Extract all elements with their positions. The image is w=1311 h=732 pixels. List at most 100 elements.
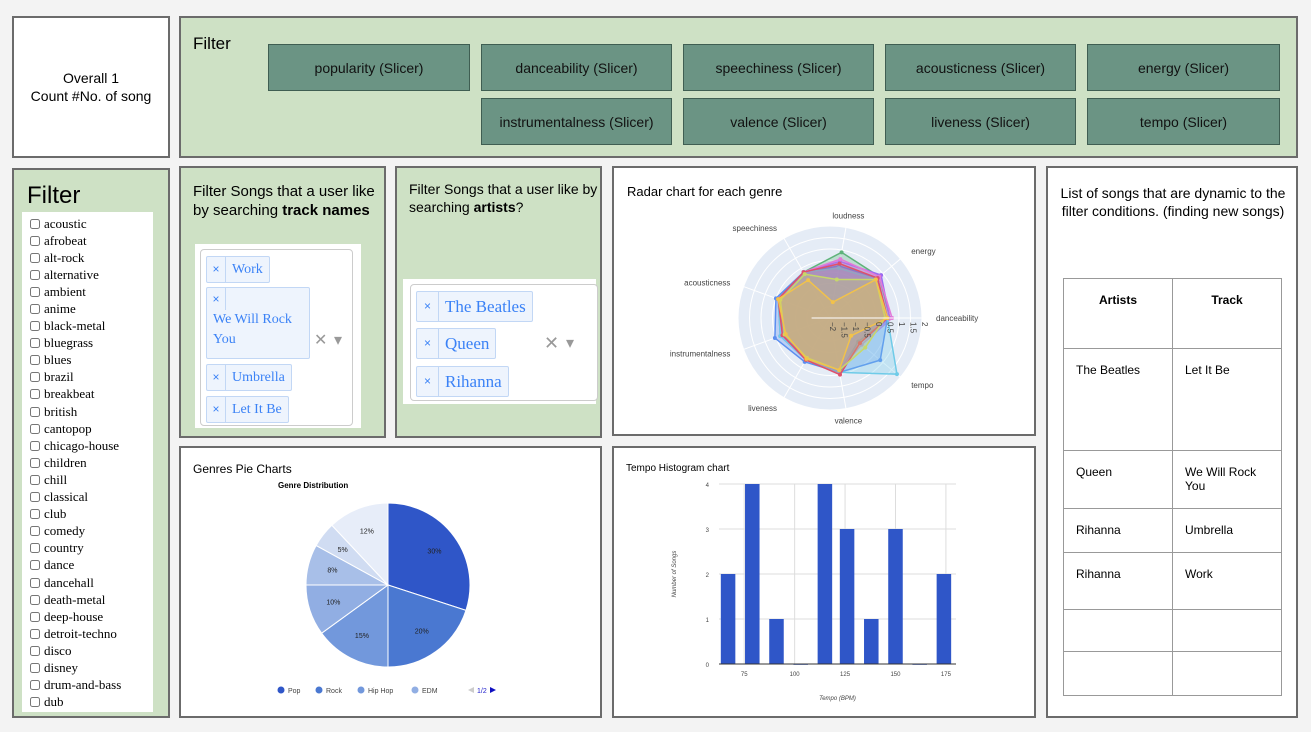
track-tag-umbrella[interactable]: × Umbrella (206, 364, 292, 391)
genre-checkbox[interactable] (30, 372, 40, 383)
genre-checkbox[interactable] (30, 355, 40, 366)
table-row[interactable] (1063, 609, 1282, 652)
genre-option-chill[interactable]: chill (28, 471, 153, 488)
artist-tag-the-beatles[interactable]: × The Beatles (416, 291, 533, 322)
radar-point[interactable] (802, 272, 807, 277)
radar-point[interactable] (837, 261, 842, 266)
radar-point[interactable] (830, 300, 835, 305)
histogram-bar[interactable] (817, 484, 833, 664)
genre-option-dancehall[interactable]: dancehall (28, 574, 153, 591)
genre-option-chicago-house[interactable]: chicago-house (28, 437, 153, 454)
genre-checkbox[interactable] (30, 680, 40, 691)
genre-option-comedy[interactable]: comedy (28, 523, 153, 540)
track-multiselect[interactable]: × Work × We Will Rock You × Umbrella × Let I… (195, 244, 361, 428)
genre-checkbox[interactable] (30, 304, 40, 315)
genre-checkbox[interactable] (30, 218, 40, 229)
genre-checkbox[interactable] (30, 423, 40, 434)
artist-tag-rihanna[interactable]: × Rihanna (416, 366, 509, 397)
legend-next-icon[interactable] (490, 687, 496, 693)
genre-option-children[interactable]: children (28, 454, 153, 471)
radar-point[interactable] (894, 372, 899, 377)
radar-point[interactable] (863, 345, 868, 350)
slicer-danceability[interactable]: danceability (Slicer) (481, 44, 672, 91)
genre-checkbox[interactable] (30, 235, 40, 246)
genre-checkbox[interactable] (30, 321, 40, 332)
genre-option-brazil[interactable]: brazil (28, 369, 153, 386)
genre-option-dance[interactable]: dance (28, 557, 153, 574)
histogram-bar[interactable] (936, 574, 952, 664)
radar-point[interactable] (772, 336, 777, 341)
legend-prev-icon[interactable] (468, 687, 474, 693)
histogram-bar[interactable] (864, 619, 879, 664)
table-row[interactable]: The Beatles Let It Be (1063, 348, 1282, 451)
genre-option-afrobeat[interactable]: afrobeat (28, 232, 153, 249)
genre-option-acoustic[interactable]: acoustic (28, 215, 153, 232)
slicer-liveness[interactable]: liveness (Slicer) (885, 98, 1076, 145)
genre-checkbox[interactable] (30, 492, 40, 503)
genre-option-cantopop[interactable]: cantopop (28, 420, 153, 437)
histogram-bar[interactable] (839, 529, 855, 664)
genre-option-bluegrass[interactable]: bluegrass (28, 335, 153, 352)
radar-point[interactable] (873, 277, 878, 282)
genre-checkbox[interactable] (30, 662, 40, 673)
histogram-bar[interactable] (769, 619, 784, 664)
genre-option-country[interactable]: country (28, 540, 153, 557)
genre-checkbox[interactable] (30, 389, 40, 400)
genre-checkbox[interactable] (30, 645, 40, 656)
genre-checkbox[interactable] (30, 509, 40, 520)
genre-checkbox[interactable] (30, 526, 40, 537)
genre-checkbox[interactable] (30, 338, 40, 349)
genre-checkbox[interactable] (30, 474, 40, 485)
genre-option-detroit-techno[interactable]: detroit-techno (28, 625, 153, 642)
artist-tag-queen[interactable]: × Queen (416, 328, 497, 359)
slicer-acousticness[interactable]: acousticness (Slicer) (885, 44, 1076, 91)
clear-all-icon[interactable]: ✕ (314, 330, 327, 350)
genre-option-death-metal[interactable]: death-metal (28, 591, 153, 608)
genre-option-deep-house[interactable]: deep-house (28, 608, 153, 625)
genre-option-anime[interactable]: anime (28, 300, 153, 317)
genre-option-black-metal[interactable]: black-metal (28, 318, 153, 335)
artist-multiselect[interactable]: × The Beatles × Queen × Rihanna ✕ ▾ (403, 279, 598, 404)
genre-option-ambient[interactable]: ambient (28, 283, 153, 300)
radar-point[interactable] (849, 333, 854, 338)
track-tag-work[interactable]: × Work (206, 256, 270, 283)
genre-checkbox[interactable] (30, 577, 40, 588)
slicer-tempo[interactable]: tempo (Slicer) (1087, 98, 1280, 145)
genre-checkbox-list[interactable]: acoustic afrobeat alt-rock alternative ambie… (22, 212, 153, 712)
track-tag-let-it-be[interactable]: × Let It Be (206, 396, 289, 423)
slicer-speechiness[interactable]: speechiness (Slicer) (683, 44, 874, 91)
slicer-valence[interactable]: valence (Slicer) (683, 98, 874, 145)
table-row[interactable]: Queen We Will Rock You (1063, 450, 1282, 509)
genre-checkbox[interactable] (30, 440, 40, 451)
slicer-energy[interactable]: energy (Slicer) (1087, 44, 1280, 91)
chevron-down-icon[interactable]: ▾ (334, 330, 342, 350)
genre-checkbox[interactable] (30, 406, 40, 417)
radar-point[interactable] (804, 356, 809, 361)
genre-option-club[interactable]: club (28, 506, 153, 523)
genre-checkbox[interactable] (30, 611, 40, 622)
radar-point[interactable] (783, 332, 788, 337)
genre-checkbox[interactable] (30, 543, 40, 554)
radar-point[interactable] (834, 277, 839, 282)
histogram-bar[interactable] (720, 574, 736, 664)
chevron-down-icon[interactable]: ▾ (566, 333, 574, 353)
radar-point[interactable] (837, 372, 842, 377)
track-tag-we-will-rock-you[interactable]: × We Will Rock You (206, 287, 310, 359)
remove-tag-icon[interactable]: × (207, 288, 226, 310)
genre-checkbox[interactable] (30, 594, 40, 605)
remove-tag-icon[interactable]: × (207, 257, 226, 282)
genre-option-alternative[interactable]: alternative (28, 266, 153, 283)
remove-tag-icon[interactable]: × (417, 292, 439, 321)
genre-option-drum-and-bass[interactable]: drum-and-bass (28, 677, 153, 694)
table-row[interactable]: Rihanna Umbrella (1063, 508, 1282, 553)
genre-option-dub[interactable]: dub (28, 694, 153, 711)
remove-tag-icon[interactable]: × (207, 397, 226, 422)
genre-checkbox[interactable] (30, 269, 40, 280)
genre-option-disney[interactable]: disney (28, 659, 153, 676)
clear-all-icon[interactable]: ✕ (544, 333, 559, 354)
genre-checkbox[interactable] (30, 628, 40, 639)
genre-option-classical[interactable]: classical (28, 489, 153, 506)
remove-tag-icon[interactable]: × (417, 329, 439, 358)
remove-tag-icon[interactable]: × (207, 365, 226, 390)
genre-checkbox[interactable] (30, 252, 40, 263)
